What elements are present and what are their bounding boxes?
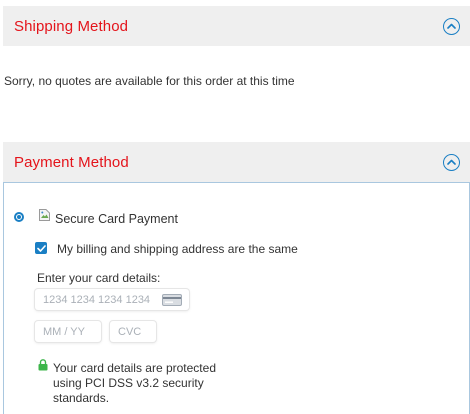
card-number-input[interactable]: 1234 1234 1234 1234 bbox=[35, 289, 189, 310]
chevron-up-icon bbox=[447, 23, 456, 29]
shipping-method-header[interactable]: Shipping Method bbox=[3, 6, 470, 46]
payment-method-title: Payment Method bbox=[14, 153, 129, 171]
chevron-up-icon bbox=[447, 159, 456, 165]
card-number-placeholder: 1234 1234 1234 1234 bbox=[43, 293, 151, 306]
shipping-method-title: Shipping Method bbox=[14, 17, 129, 35]
card-expiry-placeholder: MM / YY bbox=[43, 325, 85, 338]
billing-same-label: My billing and shipping address are the … bbox=[57, 242, 298, 256]
secure-card-payment-label: Secure Card Payment bbox=[55, 212, 178, 226]
radio-selected-dot bbox=[17, 215, 21, 219]
card-details-label: Enter your card details: bbox=[37, 271, 161, 285]
card-expiry-input[interactable]: MM / YY bbox=[35, 321, 101, 342]
broken-image-icon bbox=[39, 209, 50, 221]
payment-method-header[interactable]: Payment Method bbox=[3, 142, 470, 182]
secure-card-payment-radio[interactable] bbox=[14, 212, 24, 222]
credit-card-icon bbox=[162, 294, 182, 306]
shipping-collapse-button[interactable] bbox=[443, 17, 460, 35]
payment-collapse-button[interactable] bbox=[443, 153, 460, 171]
card-cvc-placeholder: CVC bbox=[118, 325, 142, 338]
secure-card-note: Your card details are protected using PC… bbox=[53, 361, 216, 405]
no-quotes-message: Sorry, no quotes are available for this … bbox=[4, 74, 295, 88]
billing-same-checkbox[interactable] bbox=[35, 242, 47, 254]
checkmark-icon bbox=[36, 244, 46, 252]
lock-icon bbox=[38, 359, 48, 371]
card-cvc-input[interactable]: CVC bbox=[110, 321, 156, 342]
